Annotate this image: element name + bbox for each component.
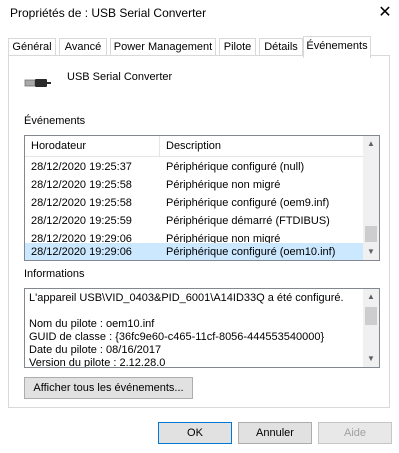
event-row[interactable]: 28/12/2020 19:25:58 Périphérique configu… [25, 194, 365, 212]
event-time: 28/12/2020 19:25:59 [31, 215, 132, 227]
scroll-up-icon[interactable]: ▲ [363, 136, 379, 152]
tab-power-management[interactable]: Power Management [110, 38, 216, 56]
scrollbar-thumb[interactable] [365, 226, 377, 242]
event-row[interactable]: 28/12/2020 19:25:37 Périphérique configu… [25, 158, 365, 176]
scroll-down-icon[interactable]: ▼ [363, 244, 379, 260]
cancel-button[interactable]: Annuler [238, 422, 312, 444]
events-list[interactable]: Horodateur Description 28/12/2020 19:25:… [24, 135, 380, 261]
info-line: Version du pilote : 2.12.28.0 [29, 357, 166, 368]
event-row[interactable]: 28/12/2020 19:25:59 Périphérique démarré… [25, 212, 365, 230]
event-description: Périphérique configuré (oem9.inf) [166, 197, 330, 209]
event-time: 28/12/2020 19:25:58 [31, 179, 132, 191]
scrollbar-thumb[interactable] [365, 307, 377, 325]
info-line: L'appareil USB\VID_0403&PID_6001\A14ID33… [29, 292, 344, 304]
event-description: Périphérique configuré (oem10.inf) [166, 246, 336, 258]
window-title: Propriétés de : USB Serial Converter [10, 6, 207, 20]
tab-details[interactable]: Détails [259, 38, 303, 56]
event-description: Périphérique configuré (null) [166, 161, 305, 173]
column-header-timestamp[interactable]: Horodateur [31, 140, 86, 152]
events-scrollbar[interactable]: ▲ ▼ [363, 136, 379, 260]
tab-advanced[interactable]: Avancé [59, 38, 107, 56]
close-icon[interactable]: ✕ [372, 2, 398, 24]
info-line: Date du pilote : 08/16/2017 [29, 344, 162, 356]
title-bar: Propriétés de : USB Serial Converter ✕ [0, 0, 399, 28]
tab-events[interactable]: Événements [303, 36, 371, 58]
event-time: 28/12/2020 19:29:06 [31, 246, 132, 258]
information-scrollbar[interactable]: ▲ ▼ [363, 289, 379, 367]
event-description: Périphérique non migré [166, 179, 281, 191]
event-description: Périphérique démarré (FTDIBUS) [166, 215, 330, 227]
usb-plug-icon [24, 79, 51, 87]
scroll-up-icon[interactable]: ▲ [363, 289, 379, 305]
information-textbox[interactable]: L'appareil USB\VID_0403&PID_6001\A14ID33… [24, 288, 380, 368]
scroll-down-icon[interactable]: ▼ [363, 351, 379, 367]
device-name: USB Serial Converter [67, 71, 173, 83]
info-line: Nom du pilote : oem10.inf [29, 318, 155, 330]
information-section-label: Informations [24, 268, 85, 280]
tab-general[interactable]: Général [8, 38, 56, 56]
events-list-header: Horodateur Description [25, 136, 365, 157]
info-line: GUID de classe : {36fc9e60-c465-11cf-805… [29, 331, 325, 343]
column-header-description[interactable]: Description [166, 140, 221, 152]
event-time: 28/12/2020 19:25:58 [31, 197, 132, 209]
show-all-events-button[interactable]: Afficher tous les événements... [24, 377, 193, 399]
event-row-selected[interactable]: 28/12/2020 19:29:06 Périphérique configu… [25, 243, 365, 260]
event-time: 28/12/2020 19:25:37 [31, 161, 132, 173]
event-row[interactable]: 28/12/2020 19:25:58 Périphérique non mig… [25, 176, 365, 194]
events-section-label: Événements [24, 115, 86, 127]
tab-driver[interactable]: Pilote [219, 38, 256, 56]
ok-button[interactable]: OK [158, 422, 232, 444]
help-button: Aide [318, 422, 392, 444]
